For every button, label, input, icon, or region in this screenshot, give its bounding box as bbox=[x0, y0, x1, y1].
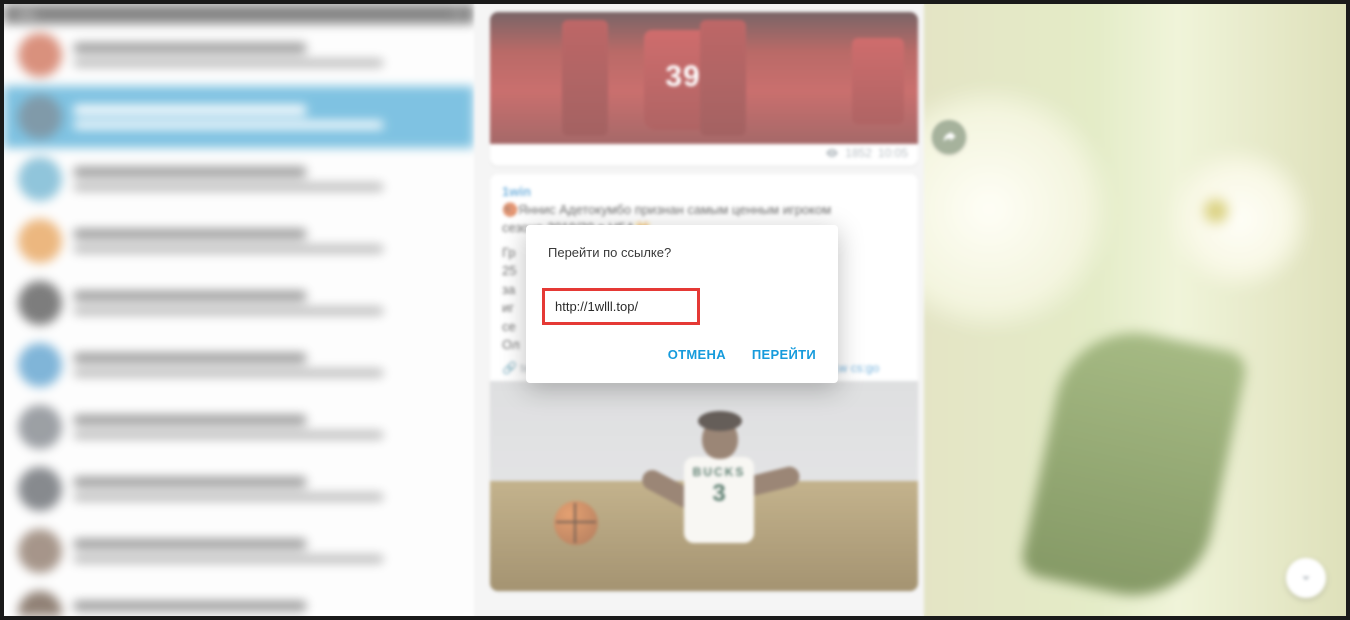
dialog-link-url: http://1wlll.top/ bbox=[542, 288, 700, 325]
go-button[interactable]: ПЕРЕЙТИ bbox=[752, 347, 816, 362]
app-frame: ряд ▾ 1852 10:05 1win 🏀Яннис Адетокумбо … bbox=[0, 0, 1350, 620]
dialog-title: Перейти по ссылке? bbox=[548, 245, 816, 260]
open-link-dialog: Перейти по ссылке? http://1wlll.top/ ОТМ… bbox=[526, 225, 838, 383]
cancel-button[interactable]: ОТМЕНА bbox=[668, 347, 726, 362]
